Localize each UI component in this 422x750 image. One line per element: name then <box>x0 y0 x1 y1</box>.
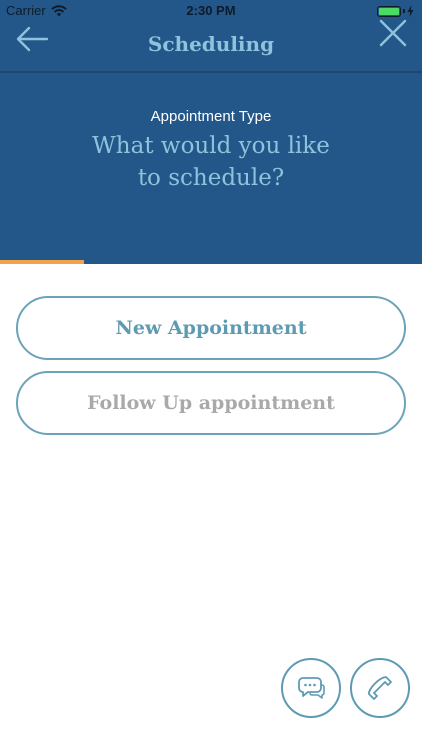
scheduling-screen: Carrier 2:30 PM Scheduling Appointment T… <box>0 0 422 750</box>
header-area: Carrier 2:30 PM Scheduling Appointment T… <box>0 0 422 264</box>
chat-button[interactable] <box>281 658 341 718</box>
nav-divider <box>0 71 422 73</box>
progress-fill <box>0 260 85 264</box>
step-label: Appointment Type <box>150 108 272 125</box>
status-time: 2:30 PM <box>186 3 236 18</box>
chat-icon <box>298 677 325 699</box>
progress-bar <box>0 260 422 264</box>
question-line-1: What would you like <box>92 133 330 159</box>
question-line-2: to schedule? <box>137 165 285 191</box>
nav-bar: Scheduling <box>0 19 422 72</box>
battery-indicator <box>377 5 414 17</box>
battery-cap <box>403 9 405 13</box>
close-button[interactable] <box>378 18 408 48</box>
phone-icon <box>368 676 392 700</box>
new-appointment-button[interactable]: New Appointment <box>16 296 406 360</box>
follow-up-appointment-button[interactable]: Follow Up appointment <box>16 371 406 435</box>
status-bar: Carrier 2:30 PM <box>0 0 422 22</box>
phone-button[interactable] <box>350 658 410 718</box>
nav-title: Scheduling <box>147 32 275 56</box>
battery-icon <box>377 5 401 17</box>
charging-bolt-icon <box>407 5 414 17</box>
battery-fill <box>379 7 399 15</box>
step-question: What would you like to schedule? <box>0 130 422 194</box>
close-icon <box>379 19 407 47</box>
